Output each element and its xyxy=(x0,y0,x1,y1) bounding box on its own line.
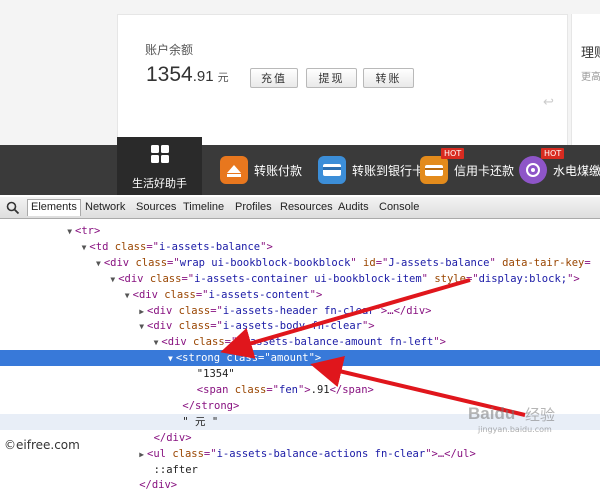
baidu-jingyan-text: 经验 xyxy=(525,406,556,424)
annotation-arrows xyxy=(220,278,526,417)
dom-node-row[interactable]: </div> xyxy=(0,477,600,493)
baidu-url: jingyan.baidu.com xyxy=(478,425,552,434)
source-watermark: ©eifree.com xyxy=(4,438,80,452)
baidu-logo: Baidu xyxy=(468,404,516,423)
dom-token: ::after xyxy=(153,463,198,476)
dom-node-row[interactable]: ::after xyxy=(0,462,600,478)
dom-token: </div> xyxy=(139,479,178,492)
arrow-to-integer xyxy=(220,278,471,359)
